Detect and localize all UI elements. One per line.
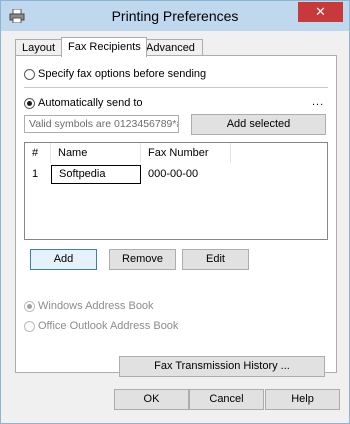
fax-recipients-panel: Specify fax options before sending Autom… (15, 55, 337, 377)
dialog-client-area: Layout Fax Recipients Advanced Specify f… (9, 31, 341, 415)
tab-fax-recipients[interactable]: Fax Recipients (61, 37, 147, 57)
table-header: # Name Fax Number (25, 143, 327, 163)
recipients-table[interactable]: # Name Fax Number 1 Softpedia 000-00-00 (24, 142, 328, 240)
window-title: Printing Preferences (111, 8, 239, 24)
close-icon: ✕ (315, 4, 326, 19)
specify-options-radio-button[interactable] (24, 68, 35, 80)
auto-send-label: Automatically send to (38, 97, 143, 109)
add-button[interactable]: Add (30, 249, 97, 270)
table-row[interactable]: 1 Softpedia 000-00-00 (25, 165, 327, 184)
fax-transmission-history-button[interactable]: Fax Transmission History ... (119, 356, 325, 377)
windows-address-book-radio[interactable]: Windows Address Book (24, 298, 154, 314)
row-name-edit[interactable]: Softpedia (51, 165, 141, 184)
column-header-fax-number[interactable]: Fax Number (141, 143, 231, 163)
title-bar[interactable]: Printing Preferences ✕ (1, 1, 349, 31)
printing-preferences-window: Printing Preferences ✕ Layout Fax Recipi… (0, 0, 350, 424)
auto-send-radio[interactable]: Automatically send to (24, 95, 143, 111)
cancel-button[interactable]: Cancel (189, 389, 264, 410)
specify-options-label: Specify fax options before sending (38, 68, 207, 80)
outlook-address-book-radio[interactable]: Office Outlook Address Book (24, 318, 178, 334)
outlook-address-book-label: Office Outlook Address Book (38, 320, 179, 332)
outlook-address-book-radio-button[interactable] (24, 320, 35, 332)
column-header-name[interactable]: Name (51, 143, 141, 163)
add-selected-button[interactable]: Add selected (191, 114, 326, 135)
edit-button[interactable]: Edit (182, 249, 249, 270)
windows-address-book-label: Windows Address Book (38, 300, 154, 312)
specify-options-radio[interactable]: Specify fax options before sending (24, 66, 206, 82)
more-options-icon[interactable]: ... (312, 96, 324, 108)
row-fax-number: 000-00-00 (148, 168, 199, 180)
close-button[interactable]: ✕ (298, 2, 343, 22)
tab-advanced[interactable]: Advanced (139, 39, 203, 56)
recipient-fax-input[interactable]: Valid symbols are 0123456789*# (24, 115, 179, 133)
windows-address-book-radio-button[interactable] (24, 300, 35, 312)
tab-layout[interactable]: Layout (15, 39, 67, 56)
auto-send-radio-button[interactable] (24, 97, 35, 109)
column-header-number[interactable]: # (25, 143, 51, 163)
row-number: 1 (32, 168, 39, 180)
remove-button[interactable]: Remove (109, 249, 176, 270)
help-button[interactable]: Help (265, 389, 340, 410)
separator (24, 87, 328, 88)
ok-button[interactable]: OK (114, 389, 189, 410)
